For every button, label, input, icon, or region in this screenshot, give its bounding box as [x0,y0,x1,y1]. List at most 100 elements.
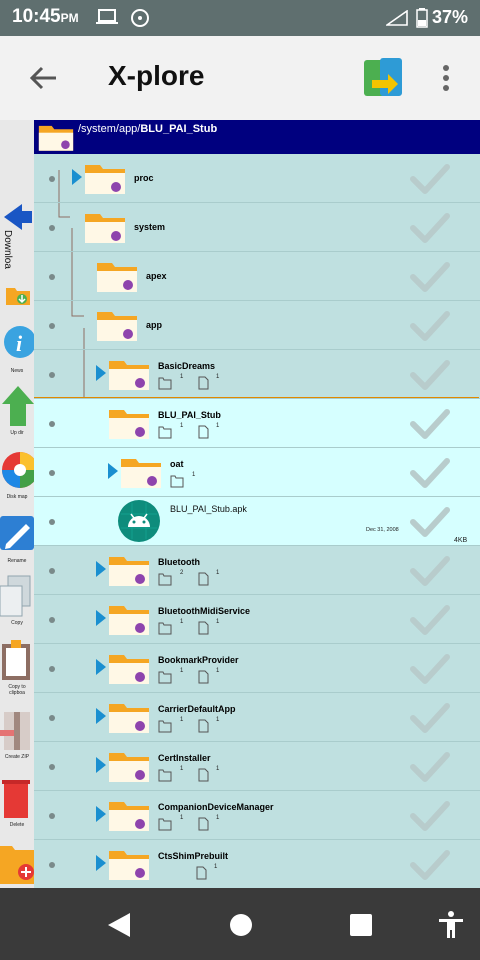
folder-row[interactable]: Bluetooth 2 1 [34,546,480,595]
expand-arrow-icon[interactable] [96,757,106,773]
select-checkmark-icon[interactable] [410,213,450,243]
folder-row[interactable]: CarrierDefaultApp 1 1 [34,693,480,742]
app-bar: X-plore [0,36,480,120]
expand-arrow-icon[interactable] [96,561,106,577]
back-arrow-icon[interactable] [28,62,60,94]
folder-name: Bluetooth [158,557,200,567]
file-count-icon [198,817,209,831]
folder-icon [97,312,137,341]
file-name: BLU_PAI_Stub.apk [170,504,247,514]
folder-row[interactable]: CertInstaller 1 1 [34,742,480,791]
folder-icon [121,459,161,488]
subfolder-count-icon [170,475,184,488]
folder-icon [109,655,149,684]
folder-row[interactable]: BluetoothMidiService 1 1 [34,595,480,644]
select-checkmark-icon[interactable] [410,605,450,635]
folder-row[interactable]: app [34,301,480,350]
subfolder-count-icon [158,720,172,733]
file-count: 1 [216,374,220,380]
expand-arrow-icon[interactable] [96,855,106,871]
info-icon: i [4,326,34,358]
select-checkmark-icon[interactable] [410,752,450,782]
recents-icon[interactable] [346,910,376,940]
path-bar[interactable]: /system/app/BLU_PAI_Stub [34,120,480,154]
folder-row[interactable]: oat 1 [34,448,480,497]
select-checkmark-icon[interactable] [410,409,450,439]
expand-arrow-icon[interactable] [72,169,82,185]
folder-row[interactable]: BLU_PAI_Stub 1 1 [34,399,480,448]
select-checkmark-icon[interactable] [410,801,450,831]
subfolder-count: 1 [180,668,184,674]
expand-arrow-icon[interactable] [96,708,106,724]
left-toolbar: Downloa i News Up dir Disk map Rename Co… [0,120,34,888]
row-marker [49,470,55,476]
row-marker [49,666,55,672]
dual-pane-icon[interactable] [362,56,404,100]
folder-icon [109,753,149,782]
select-checkmark-icon[interactable] [410,262,450,292]
file-count: 1 [216,717,220,723]
folder-icon [109,606,149,635]
expand-arrow-icon[interactable] [96,659,106,675]
current-path: /system/app/BLU_PAI_Stub [78,123,218,135]
row-marker [49,372,55,378]
folder-icon [109,802,149,831]
blue-arrow-icon[interactable] [2,202,32,232]
file-row[interactable]: BLU_PAI_Stub.apk Dec 31, 2008 4KB [34,497,480,546]
new-folder-icon[interactable] [0,840,34,884]
row-marker [49,813,55,819]
folder-row[interactable]: proc [34,154,480,203]
folder-row[interactable]: apex [34,252,480,301]
expand-arrow-icon[interactable] [108,463,118,479]
folder-icon [97,263,137,292]
subfolder-count-icon [158,769,172,782]
download-folder-icon[interactable] [5,284,31,306]
folder-name: oat [170,459,184,469]
select-checkmark-icon[interactable] [410,164,450,194]
folder-icon [109,361,149,390]
folder-row[interactable]: CtsShimPrebuilt 1 [34,840,480,888]
select-checkmark-icon[interactable] [410,850,450,880]
select-checkmark-icon[interactable] [410,703,450,733]
select-checkmark-icon[interactable] [410,654,450,684]
home-icon[interactable] [226,910,256,940]
folder-icon [38,125,74,151]
row-marker [49,862,55,868]
folder-name: proc [134,173,154,183]
folder-row[interactable]: system [34,203,480,252]
select-checkmark-icon[interactable] [410,507,450,537]
folder-row[interactable]: BasicDreams 1 1 [34,350,480,399]
clipboard-icon [2,640,30,680]
row-marker [49,519,55,525]
overflow-menu-icon[interactable] [436,62,456,94]
select-checkmark-icon[interactable] [410,458,450,488]
folder-name: system [134,222,166,232]
file-panel: /system/app/BLU_PAI_Stub proc system apex a… [34,120,480,888]
folder-name: CarrierDefaultApp [158,704,236,714]
folder-icon [85,214,125,243]
back-icon[interactable] [104,910,134,940]
select-checkmark-icon[interactable] [410,311,450,341]
expand-arrow-icon[interactable] [96,365,106,381]
file-count-icon [198,768,209,782]
folder-row[interactable]: CompanionDeviceManager 1 1 [34,791,480,840]
battery-percent: 37% [431,7,468,27]
folder-name: BookmarkProvider [158,655,239,665]
select-checkmark-icon[interactable] [410,556,450,586]
folder-name: BLU_PAI_Stub [158,410,221,420]
folder-name: BasicDreams [158,361,216,371]
folder-row[interactable]: BookmarkProvider 1 1 [34,644,480,693]
row-marker [49,715,55,721]
downloads-vertical-label: Downloa [2,230,13,269]
row-marker [49,421,55,427]
row-marker [49,617,55,623]
folder-icon [109,704,149,733]
app-title: X-plore [108,60,205,91]
accessibility-icon[interactable] [436,910,466,940]
file-count: 1 [216,668,220,674]
expand-arrow-icon[interactable] [96,610,106,626]
folder-name: BluetoothMidiService [158,606,251,616]
select-checkmark-icon[interactable] [410,360,450,390]
folder-icon [109,410,149,439]
expand-arrow-icon[interactable] [96,806,106,822]
